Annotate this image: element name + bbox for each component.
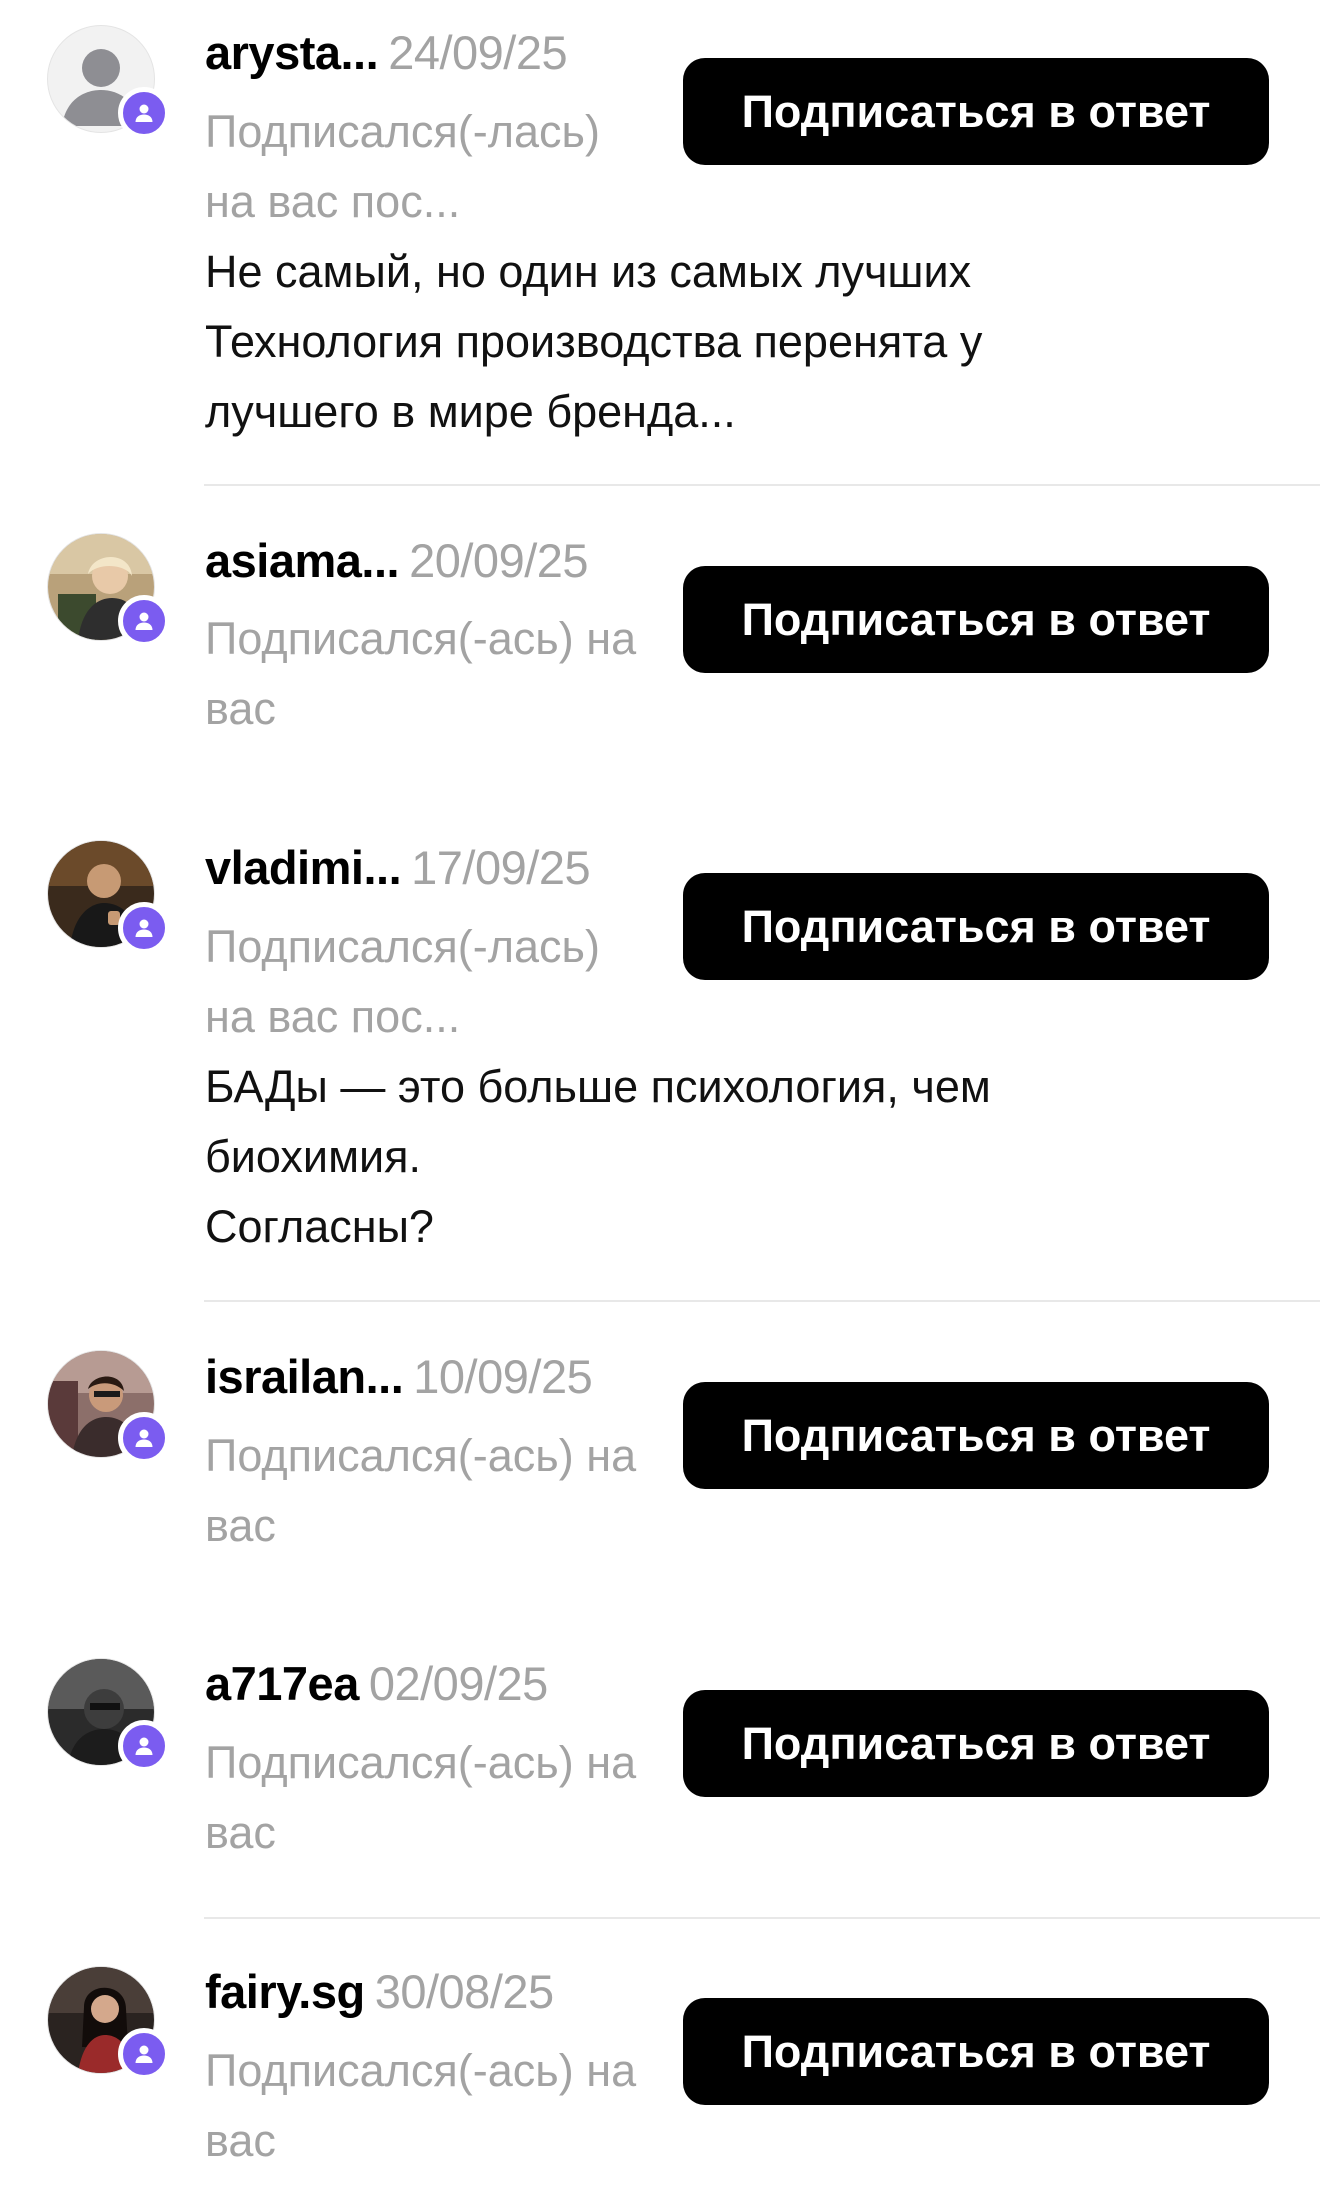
- notification-date: 10/09/25: [413, 1350, 593, 1403]
- avatar[interactable]: [47, 1658, 170, 1772]
- person-badge-icon: [118, 1412, 170, 1464]
- username[interactable]: vladimi... 17/09/25: [205, 838, 591, 898]
- notification-date: 02/09/25: [368, 1657, 548, 1710]
- notification-subtitle: Подписался(-ась) на вас: [205, 1737, 637, 1858]
- person-badge-icon: [118, 87, 170, 139]
- avatar[interactable]: [47, 533, 170, 647]
- username[interactable]: a717ea 02/09/25: [205, 1654, 548, 1714]
- notification-message: Не самый, но один из самых лучших Технол…: [205, 246, 983, 437]
- username-text[interactable]: arysta...: [205, 26, 379, 79]
- person-badge-icon: [118, 595, 170, 647]
- username-text[interactable]: asiama...: [205, 534, 400, 587]
- username-text[interactable]: vladimi...: [205, 841, 402, 894]
- follow-back-button[interactable]: Подписаться в ответ: [683, 1382, 1269, 1489]
- notification-date: 30/08/25: [374, 1965, 554, 2018]
- username[interactable]: fairy.sg 30/08/25: [205, 1962, 554, 2022]
- person-badge-icon: [118, 902, 170, 954]
- avatar[interactable]: [47, 840, 170, 954]
- avatar[interactable]: [47, 1966, 170, 2080]
- follow-back-button[interactable]: Подписаться в ответ: [683, 566, 1269, 673]
- notification-subtitle: Подписался(-ась) на вас: [205, 613, 637, 734]
- follow-back-button[interactable]: Подписаться в ответ: [683, 1690, 1269, 1797]
- divider: [204, 1917, 1320, 1919]
- follow-back-button[interactable]: Подписаться в ответ: [683, 58, 1269, 165]
- person-badge-icon: [118, 1720, 170, 1772]
- username[interactable]: arysta... 24/09/25: [205, 23, 568, 83]
- username-text[interactable]: a717ea: [205, 1657, 359, 1710]
- avatar[interactable]: [47, 25, 170, 139]
- username[interactable]: israilan... 10/09/25: [205, 1347, 593, 1407]
- divider: [204, 1300, 1320, 1302]
- notification-subtitle: Подписался(-ась) на вас: [205, 1430, 637, 1551]
- divider: [204, 484, 1320, 486]
- notification-date: 17/09/25: [411, 841, 591, 894]
- notification-subtitle: Подписался(-лась) на вас пос...: [205, 106, 600, 227]
- notification-subtitle: Подписался(-ась) на вас: [205, 2045, 637, 2166]
- username-text[interactable]: israilan...: [205, 1350, 404, 1403]
- person-badge-icon: [118, 2028, 170, 2080]
- avatar[interactable]: [47, 1350, 170, 1464]
- notification-date: 24/09/25: [388, 26, 568, 79]
- notification-subtitle: Подписался(-лась) на вас пос...: [205, 921, 600, 1042]
- username[interactable]: asiama... 20/09/25: [205, 531, 589, 591]
- follow-back-button[interactable]: Подписаться в ответ: [683, 1998, 1269, 2105]
- notification-message: БАДы — это больше психология, чем биохим…: [205, 1061, 991, 1252]
- username-text[interactable]: fairy.sg: [205, 1965, 365, 2018]
- follow-back-button[interactable]: Подписаться в ответ: [683, 873, 1269, 980]
- notification-date: 20/09/25: [409, 534, 589, 587]
